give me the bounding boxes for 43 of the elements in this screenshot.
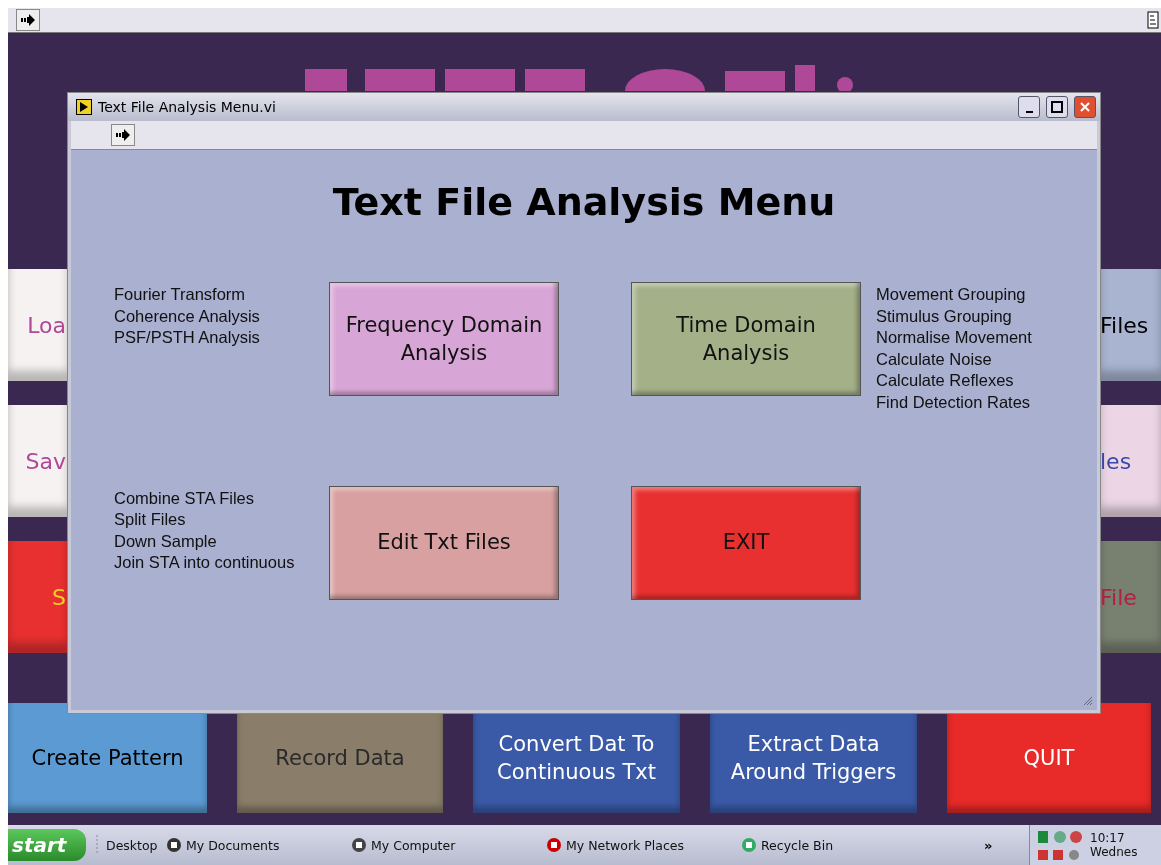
feature-item: Stimulus Grouping bbox=[876, 305, 1013, 327]
side-button[interactable]: Sav bbox=[8, 405, 68, 517]
close-icon bbox=[1079, 101, 1091, 113]
feature-item: Join STA into continuous bbox=[114, 552, 296, 574]
feature-item: Fourier Transform bbox=[114, 284, 247, 305]
feature-item: Down Sample bbox=[114, 530, 218, 552]
window-title: Text File Analysis Menu.vi bbox=[98, 99, 277, 115]
feature-item: Movement Grouping bbox=[876, 284, 1027, 305]
app-icon bbox=[76, 99, 92, 115]
tray-icons[interactable] bbox=[1036, 828, 1084, 862]
taskbar-item[interactable]: Recycle Bin bbox=[739, 837, 984, 853]
minimize-icon bbox=[1025, 111, 1033, 113]
taskbar-item[interactable]: My Documents bbox=[164, 837, 349, 853]
feature-item: Normalise Movement bbox=[876, 327, 1033, 349]
taskbar-item[interactable]: My Computer bbox=[349, 837, 544, 853]
menu-button[interactable]: QUIT bbox=[947, 703, 1151, 813]
resize-grip-icon[interactable] bbox=[1083, 696, 1093, 706]
menu-button[interactable]: Frequency Domain Analysis bbox=[329, 282, 559, 396]
menu-button[interactable]: Create Pattern bbox=[8, 703, 207, 813]
feature-item: Calculate Reflexes bbox=[876, 370, 1015, 392]
menu-button[interactable]: Time Domain Analysis bbox=[631, 282, 861, 396]
close-button[interactable] bbox=[1074, 96, 1096, 118]
overflow-chevron[interactable]: » bbox=[984, 837, 993, 853]
feature-item: Calculate Noise bbox=[876, 348, 993, 370]
side-button[interactable]: les bbox=[1100, 405, 1161, 517]
minimize-button[interactable] bbox=[1018, 96, 1040, 118]
feature-item: Split Files bbox=[114, 509, 187, 531]
feature-item: Combine STA Files bbox=[114, 487, 255, 509]
maximize-icon bbox=[1051, 101, 1063, 113]
side-button[interactable]: Files bbox=[1100, 269, 1161, 381]
date: Wednes bbox=[1090, 845, 1138, 859]
clock[interactable]: 10:17 bbox=[1090, 831, 1138, 845]
panel-icon[interactable] bbox=[1147, 11, 1159, 29]
feature-item: Coherence Analysis bbox=[114, 305, 261, 327]
maximize-button[interactable] bbox=[1046, 96, 1068, 118]
menu-button[interactable]: EXIT bbox=[631, 485, 861, 600]
menu-heading: Text File Analysis Menu bbox=[331, 180, 837, 224]
taskbar-item[interactable]: My Network Places bbox=[544, 837, 739, 853]
taskbar-item[interactable]: Desktop bbox=[104, 837, 164, 853]
side-button[interactable]: Loa bbox=[8, 269, 68, 381]
menu-button[interactable]: Edit Txt Files bbox=[329, 485, 559, 600]
feature-item: Find Detection Rates bbox=[876, 391, 1032, 413]
feature-item: PSF/PSTH Analysis bbox=[114, 327, 261, 349]
